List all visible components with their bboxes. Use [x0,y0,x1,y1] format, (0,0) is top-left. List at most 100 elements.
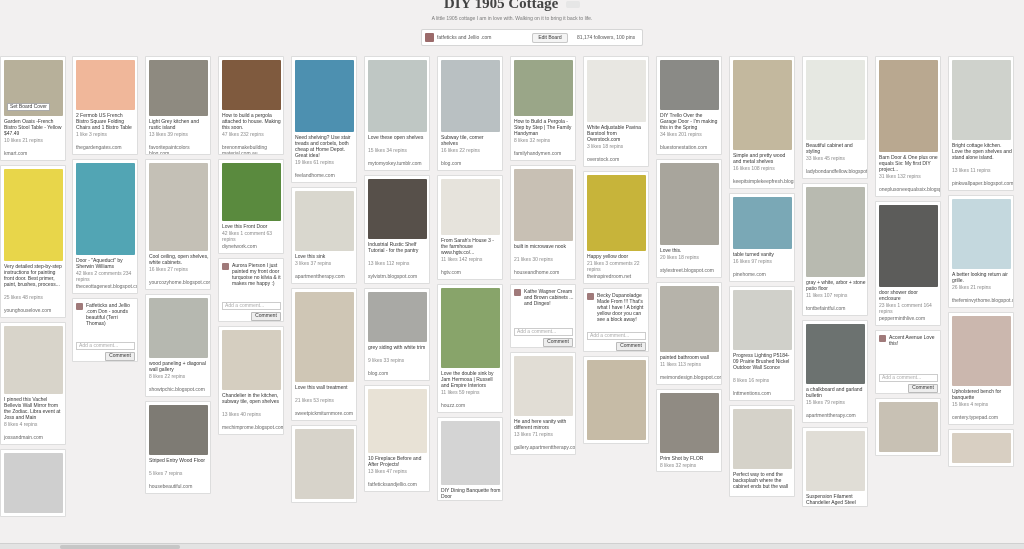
pin-card[interactable] [583,356,649,444]
pin-card[interactable]: DIY Dining Banquette from Door [437,417,503,501]
pin-card[interactable] [291,425,357,503]
pin-source[interactable]: pepperminthlive.com [879,316,939,322]
pin-card[interactable] [948,429,1014,467]
comment-button[interactable]: Comment [543,338,573,347]
pin-card[interactable]: built in microwave nook 21 likes 30 repin… [510,165,576,280]
pin-card[interactable]: wood paneling + diagonal wall gallery 8 l… [145,294,211,397]
pin-image[interactable] [660,393,719,453]
pin-image[interactable] [295,60,354,132]
pin-image[interactable] [806,60,865,140]
comment-input[interactable]: Add a comment... [76,342,135,350]
pin-image[interactable] [149,60,208,116]
pin-source[interactable]: sylvistrn.blogspot.com [368,274,428,280]
pin-image[interactable] [149,163,208,251]
pin-image[interactable] [222,60,281,110]
pin-source[interactable]: housebeautiful.com [149,484,209,490]
pin-image[interactable] [295,292,354,382]
pin-image[interactable] [4,169,63,261]
set-board-cover-button[interactable]: Set Board Cover [7,103,50,111]
pin-image[interactable] [660,163,719,245]
pin-image[interactable] [660,286,719,352]
pin-card[interactable]: Barn Door & One plus one equals Six: My … [875,56,941,197]
pin-card[interactable]: Set Board Cover Garden Oasis -French Bist… [0,56,66,161]
pin-image[interactable] [368,389,427,453]
pin-card[interactable]: Very detailed step-by-step instructions … [0,165,66,318]
pin-image[interactable] [4,326,63,394]
pin-source[interactable]: sweetpickmiturnmore.com [295,411,355,417]
pin-image[interactable] [76,163,135,255]
pin-image[interactable] [587,175,646,251]
pin-source[interactable]: keepitsimplekeepfresh.blogspot.com [733,179,794,185]
pin-card[interactable]: Upholstered bench for banquette 15 likes … [948,312,1014,425]
pin-image[interactable] [441,179,500,235]
pin-card[interactable]: Love the double sink by Jam Hermosa | Ru… [437,284,503,413]
pin-card[interactable]: Love this wall treatment 21 likes 53 repi… [291,288,357,421]
pin-image[interactable] [587,60,646,122]
pin-source[interactable]: houzz.com [441,403,501,409]
pin-card[interactable]: Love this. 20 likes 18 repins stylestreet.… [656,159,722,278]
board-owners[interactable]: fatfeticks and Jellio .com [437,35,491,41]
pin-source[interactable]: pinehome.com [733,272,793,278]
pin-card[interactable]: Suspension Filament Chandelier Aged Stee… [802,427,868,507]
comment-input[interactable]: Add a comment... [222,302,281,310]
pin-source[interactable]: younghouselove.com [4,308,64,314]
pin-card[interactable]: Love these open shelves 15 likes 34 repin… [364,56,430,171]
pin-card[interactable]: Need shelving? Use stair treads and corb… [291,56,357,183]
pin-card[interactable]: table turned vanity 16 likes 97 repins pin… [729,193,795,282]
commenter-avatar[interactable] [76,303,83,310]
pin-card[interactable]: How to build a pergola attached to house… [218,56,284,155]
pin-image[interactable] [806,187,865,277]
pin-source[interactable]: favoritepaintcolors blog.com [149,145,209,154]
pin-source[interactable]: meimondesign.blogspot.com [660,375,721,381]
pin-image[interactable] [295,191,354,251]
pin-card[interactable]: Chandelier in the kitchen, subway tile, … [218,326,284,435]
comment-input[interactable]: Add a comment... [587,332,646,340]
pin-source[interactable]: oneplusoneequalssix.blogspot.com [879,187,940,193]
pin-source[interactable]: lnttmentions.com [733,391,793,397]
pin-card[interactable]: Subway tile, corner shelves 16 likes 22 r… [437,56,503,171]
horizontal-scrollbar[interactable] [0,543,1024,549]
comment-input[interactable]: Add a comment... [879,374,938,382]
pin-image[interactable] [879,402,938,452]
pin-source[interactable]: jossandmain.com [4,435,64,441]
pin-image[interactable] [660,60,719,110]
pin-source[interactable]: thegardengates.com [76,145,136,151]
pin-card[interactable]: grey siding with white trim 9 likes 33 re… [364,288,430,381]
pin-card[interactable]: Love this Front Door 42 likes 1 comment 6… [218,159,284,254]
pin-card[interactable]: Simple and pretty wood and metal shelves… [729,56,795,189]
comment-button[interactable]: Comment [105,352,135,361]
pin-card[interactable]: gray + white, arbor + stone patio floor 1… [802,183,868,316]
commenter-avatar[interactable] [514,289,521,296]
pin-image[interactable] [76,60,135,110]
commenter-avatar[interactable] [222,263,229,270]
pin-image[interactable] [733,409,792,469]
pin-card[interactable]: Bright cottage kitchen. Love the open sh… [948,56,1014,191]
pin-card[interactable]: From Sarah's House 3 - the farmhouse www… [437,175,503,280]
pin-card[interactable]: a chalkboard and garland bulletin 15 like… [802,320,868,423]
pin-image[interactable] [733,60,792,150]
pin-source[interactable]: ladybondandfellow.blogspot.com [806,169,867,175]
pin-card[interactable]: Progress Lighting P5184-09 Prairie Brush… [729,286,795,401]
pin-source[interactable]: brenonmakebuilding material.com.au [222,145,282,154]
comment-button[interactable]: Comment [251,312,281,321]
pin-card[interactable]: Cool ceiling, open shelves, white cabine… [145,159,211,290]
pin-card[interactable]: A better looking return air grille. 26 li… [948,195,1014,308]
pin-source[interactable]: overstock.com [587,157,647,163]
pin-image[interactable] [952,433,1011,463]
pin-card[interactable]: Light Grey kitchen and rustic island 13 l… [145,56,211,155]
pin-card[interactable] [0,449,66,517]
pin-card[interactable]: White Adjustable Pavina Barstool from Ov… [583,56,649,167]
owner-avatar[interactable] [425,33,434,42]
pin-source[interactable]: gallery.apartmenttherapy.com [514,445,575,451]
pin-image[interactable] [733,290,792,350]
comment-button[interactable]: Comment [616,342,646,351]
pin-source[interactable]: showtpchic.blogspot.com [149,387,209,393]
pin-source[interactable]: mytomyokey.tumblr.com [368,161,428,167]
pin-card[interactable]: Beautiful cabinet and styling 33 likes 45… [802,56,868,179]
pin-card[interactable]: painted bathroom wall 11 likes 113 repins… [656,282,722,385]
commenter-avatar[interactable] [587,293,594,300]
pin-source[interactable]: houseandhome.com [514,270,574,276]
pin-image[interactable] [441,288,500,368]
pin-image[interactable] [441,421,500,485]
pin-source[interactable]: apartmenttherapy.com [806,413,866,419]
